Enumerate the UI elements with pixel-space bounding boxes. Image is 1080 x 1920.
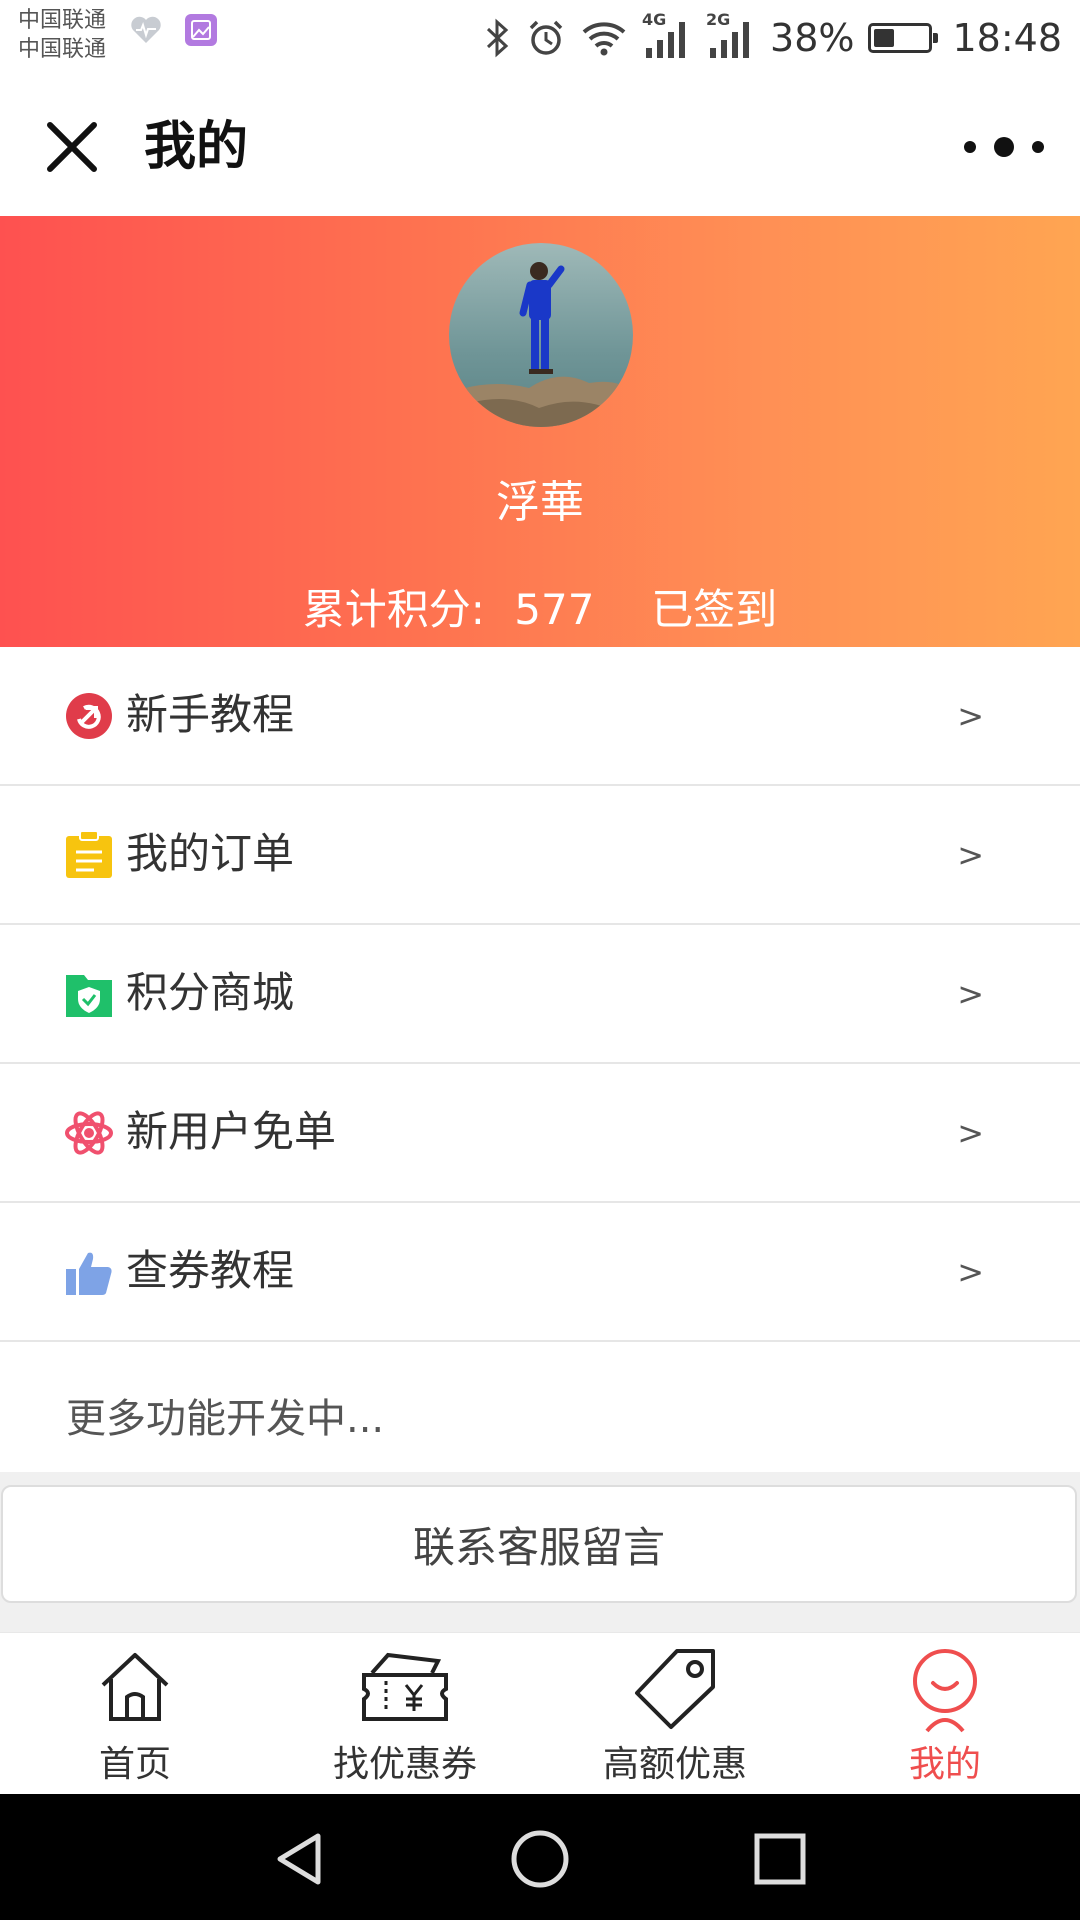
more-dot-icon	[994, 137, 1014, 157]
profile-header: 浮華 累计积分: 577 已签到	[0, 216, 1080, 647]
menu-item-label: 查券教程	[126, 1246, 295, 1295]
coupon-icon	[362, 1652, 448, 1721]
clock: 18:48	[952, 16, 1062, 60]
home-icon	[101, 1653, 169, 1721]
signal-4g-icon: 4G	[642, 10, 692, 60]
more-options-button[interactable]	[964, 131, 1044, 163]
points-label: 累计积分:	[302, 585, 485, 634]
back-triangle-icon[interactable]	[266, 1824, 336, 1894]
tutorial-icon	[66, 693, 112, 739]
more-features-note: 更多功能开发中...	[0, 1342, 1080, 1476]
close-icon[interactable]	[40, 115, 104, 179]
tag-icon	[635, 1649, 715, 1729]
menu-item-orders[interactable]: 我的订单 >	[0, 786, 1080, 925]
menu-item-label: 新手教程	[126, 690, 295, 739]
battery-percent: 38%	[770, 16, 855, 60]
status-icons: 4G 2G 38% 18:48	[482, 10, 1062, 66]
carrier-1: 中国联通	[18, 8, 107, 33]
tab-mine[interactable]: 我的	[810, 1633, 1080, 1795]
more-dot-icon	[1032, 141, 1044, 153]
menu-item-new-user-free[interactable]: 新用户免单 >	[0, 1064, 1080, 1203]
menu-item-points-mall[interactable]: 积分商城 >	[0, 925, 1080, 1064]
thumbs-up-icon	[66, 1252, 112, 1295]
signal-2g-icon: 2G	[706, 10, 756, 60]
chevron-right-icon: >	[957, 836, 984, 874]
page-title: 我的	[144, 117, 249, 177]
nickname: 浮華	[496, 477, 584, 528]
points-line: 累计积分: 577 已签到	[0, 576, 1080, 637]
bluetooth-icon	[486, 18, 509, 58]
tab-high-discount[interactable]: 高额优惠	[540, 1633, 810, 1795]
menu-item-coupon-tutorial[interactable]: 查券教程 >	[0, 1203, 1080, 1342]
avatar[interactable]	[449, 243, 633, 427]
recents-square-icon[interactable]	[745, 1824, 815, 1894]
tab-label: 找优惠券	[332, 1744, 477, 1785]
points-value: 577	[514, 585, 595, 634]
tab-find-coupons[interactable]: 找优惠券	[270, 1633, 540, 1795]
user-icon	[913, 1649, 977, 1733]
contact-service-button[interactable]: 联系客服留言	[1, 1485, 1077, 1603]
more-features-text: 更多功能开发中...	[66, 1396, 385, 1442]
health-heart-icon	[131, 16, 161, 43]
battery-icon	[868, 23, 939, 53]
menu-item-label: 新用户免单	[126, 1107, 337, 1156]
title-bar: 我的	[0, 75, 1080, 216]
clipboard-icon	[66, 830, 112, 878]
gallery-icon	[185, 14, 217, 46]
home-circle-icon[interactable]	[505, 1824, 575, 1894]
menu-item-tutorial[interactable]: 新手教程 >	[0, 647, 1080, 786]
carrier-names: 中国联通 中国联通	[18, 6, 106, 64]
chevron-right-icon: >	[957, 1114, 984, 1152]
tab-home[interactable]: 首页	[0, 1633, 270, 1795]
more-dot-icon	[964, 141, 976, 153]
atom-icon	[65, 1111, 113, 1155]
checkin-status[interactable]: 已签到	[651, 585, 777, 634]
chevron-right-icon: >	[957, 975, 984, 1013]
tab-label: 高额优惠	[602, 1744, 747, 1785]
menu-list: 新手教程 > 我的订单 > 积分商城 > 新用户免单 > 查券教程 > 更多功能…	[0, 647, 1080, 1476]
carrier-2: 中国联通	[18, 37, 107, 62]
chevron-right-icon: >	[957, 1253, 984, 1291]
alarm-icon	[529, 20, 563, 55]
wifi-icon	[582, 22, 626, 56]
shield-check-folder-icon	[66, 975, 112, 1017]
status-bar: 中国联通 中国联通 4G 2G 38% 18:48	[0, 0, 1080, 75]
menu-item-label: 积分商城	[126, 968, 295, 1017]
chevron-right-icon: >	[957, 697, 984, 735]
tab-label: 我的	[908, 1744, 981, 1785]
tab-label: 首页	[98, 1744, 171, 1785]
bottom-tab-bar: 首页 找优惠券 高额优惠 我的	[0, 1632, 1080, 1795]
system-navigation-bar	[0, 1794, 1080, 1920]
menu-item-label: 我的订单	[126, 829, 295, 878]
